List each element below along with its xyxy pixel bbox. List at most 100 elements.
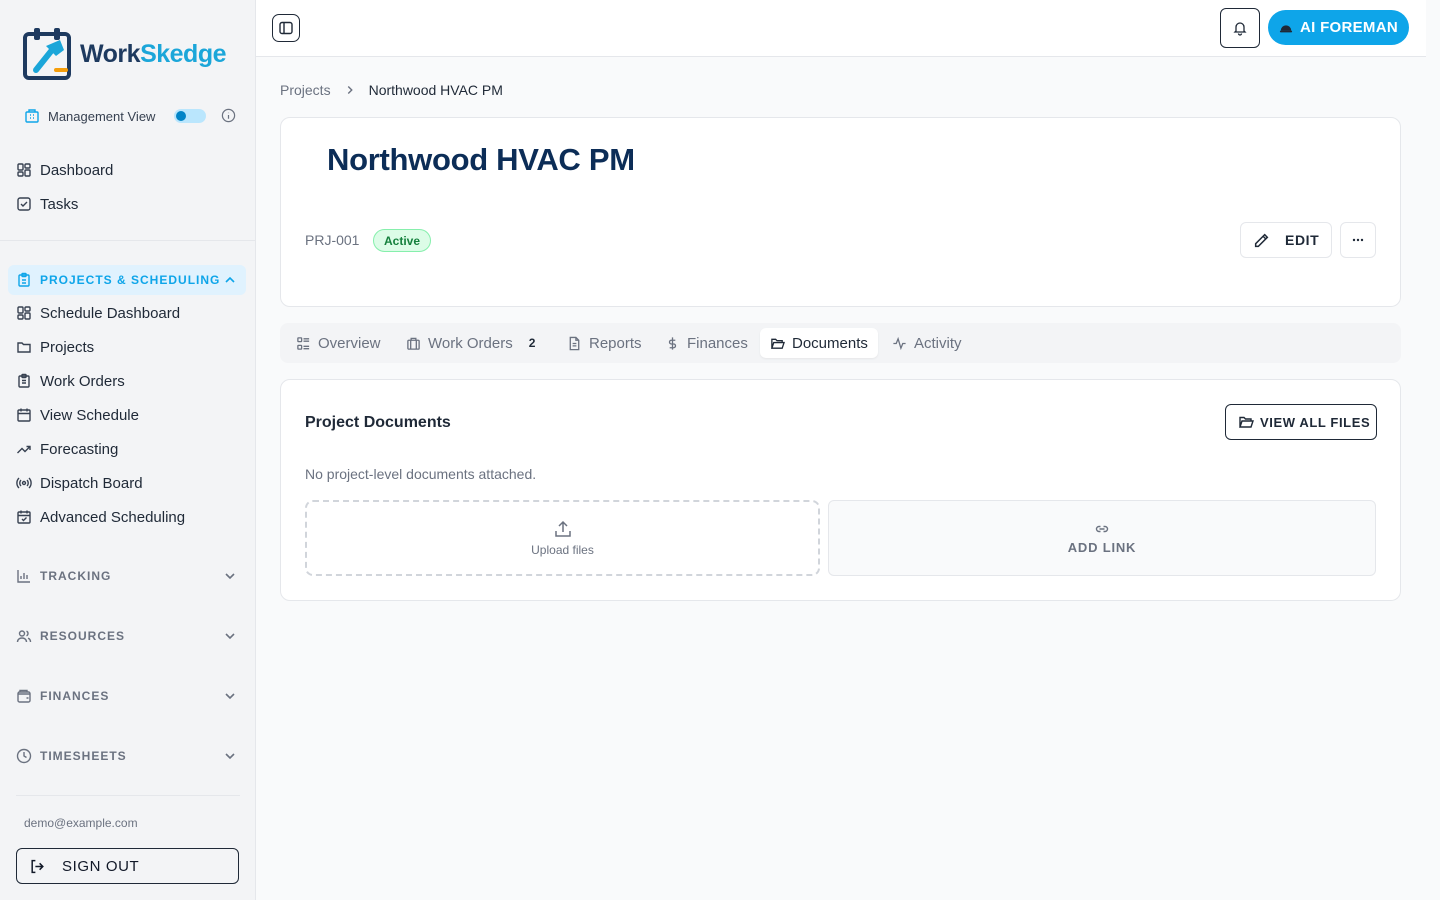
section-resources[interactable]: RESOURCES: [8, 621, 246, 651]
ai-foreman-button[interactable]: AI FOREMAN: [1268, 10, 1409, 45]
users-icon: [16, 630, 32, 643]
notifications-button[interactable]: [1220, 8, 1260, 48]
sidebar-item-label: Advanced Scheduling: [40, 508, 186, 526]
brand-name: WorkSkedge: [80, 40, 226, 69]
worksk-logo-icon: [23, 28, 71, 80]
section-label: TIMESHEETS: [40, 749, 127, 763]
more-options-button[interactable]: [1340, 222, 1376, 258]
breadcrumb-projects-link[interactable]: Projects: [280, 82, 331, 98]
project-header-card: Northwood HVAC PM PRJ-001 Active EDIT: [280, 117, 1401, 307]
section-label: PROJECTS & SCHEDULING: [40, 273, 221, 287]
grid-icon: [17, 306, 31, 320]
edit-button[interactable]: EDIT: [1240, 222, 1332, 258]
chevron-down-icon: [225, 573, 235, 580]
edit-label: EDIT: [1285, 232, 1320, 248]
wallet-icon: [17, 689, 31, 703]
tab-work-orders[interactable]: Work Orders 2: [396, 328, 545, 358]
clipboard-list-icon: [18, 373, 30, 388]
section-label: FINANCES: [40, 689, 110, 703]
bar-chart-icon: [17, 570, 30, 583]
section-finances[interactable]: FINANCES: [8, 681, 246, 711]
view-all-files-button[interactable]: VIEW ALL FILES: [1225, 404, 1377, 440]
sidebar-item-label: Schedule Dashboard: [40, 304, 181, 322]
sidebar-item-label: Dispatch Board: [40, 474, 143, 492]
breadcrumb-current: Northwood HVAC PM: [368, 82, 503, 98]
hard-hat-icon: [1279, 24, 1293, 32]
sidebar-item-tasks[interactable]: Tasks: [16, 193, 78, 215]
breadcrumb: Projects Northwood HVAC PM: [280, 82, 503, 98]
view-all-files-label: VIEW ALL FILES: [1260, 414, 1371, 430]
chevron-down-icon: [225, 693, 235, 700]
sidebar-item-schedule-dashboard[interactable]: Schedule Dashboard: [16, 302, 180, 324]
sidebar-item-view-schedule[interactable]: View Schedule: [16, 404, 139, 426]
project-tabs: Overview Work Orders 2 Reports Finances …: [280, 323, 1401, 363]
pencil-icon: [1254, 233, 1269, 247]
brand-name-part1: Work: [80, 39, 141, 68]
sidebar-item-dashboard[interactable]: Dashboard: [16, 159, 113, 181]
sign-out-label: SIGN OUT: [62, 857, 140, 875]
section-label: TRACKING: [40, 569, 112, 583]
section-projects-scheduling[interactable]: PROJECTS & SCHEDULING: [8, 265, 246, 295]
sidebar-item-projects[interactable]: Projects: [16, 336, 94, 358]
tab-reports[interactable]: Reports: [557, 328, 652, 358]
info-icon[interactable]: [221, 108, 236, 123]
sidebar-item-work-orders[interactable]: Work Orders: [16, 370, 125, 392]
chevron-down-icon: [225, 633, 235, 640]
management-view-label: Management View: [48, 108, 156, 124]
tab-finances[interactable]: Finances: [655, 328, 758, 358]
list-icon: [297, 336, 310, 350]
ellipsis-icon: [1352, 238, 1364, 242]
sidebar-item-advanced-scheduling[interactable]: Advanced Scheduling: [16, 506, 185, 528]
tab-label: Activity: [914, 334, 962, 352]
sign-out-button[interactable]: SIGN OUT: [16, 848, 239, 884]
tab-label: Finances: [687, 334, 748, 352]
sidebar-item-label: Projects: [40, 338, 95, 356]
section-tracking[interactable]: TRACKING: [8, 561, 246, 591]
management-view-row: Management View: [24, 106, 238, 126]
folder-icon: [17, 342, 31, 353]
bell-icon: [1233, 22, 1247, 36]
tab-documents[interactable]: Documents: [760, 328, 878, 358]
sidebar-item-dispatch-board[interactable]: Dispatch Board: [16, 472, 143, 494]
project-documents-card: Project Documents VIEW ALL FILES No proj…: [280, 379, 1401, 601]
management-view-toggle[interactable]: [174, 109, 206, 123]
sidebar-item-label: Forecasting: [40, 440, 119, 458]
user-email: demo@example.com: [24, 816, 138, 830]
add-link-button[interactable]: ADD LINK: [828, 500, 1376, 576]
log-out-icon: [31, 859, 44, 873]
calendar-icon: [17, 408, 31, 422]
toggle-knob: [176, 111, 186, 121]
sidebar: WorkSkedge Management View Dashboard Tas…: [0, 0, 256, 900]
chevron-up-icon: [225, 276, 235, 283]
empty-state-text: No project-level documents attached.: [305, 466, 537, 482]
link-icon: [1095, 525, 1109, 533]
app-logo[interactable]: WorkSkedge: [22, 26, 226, 82]
ai-foreman-label: AI FOREMAN: [1300, 19, 1398, 36]
check-square-icon: [17, 197, 31, 211]
section-timesheets[interactable]: TIMESHEETS: [8, 741, 246, 771]
section-label: RESOURCES: [40, 629, 126, 643]
tab-label: Work Orders: [428, 334, 513, 352]
grid-icon: [17, 163, 31, 177]
tab-activity[interactable]: Activity: [882, 328, 972, 358]
sidebar-toggle-button[interactable]: [272, 14, 300, 42]
activity-icon: [893, 336, 906, 350]
file-text-icon: [569, 336, 580, 350]
building-icon: [25, 109, 39, 123]
status-badge: Active: [373, 229, 432, 252]
sidebar-item-label: Work Orders: [40, 372, 125, 390]
add-link-label: ADD LINK: [1067, 540, 1137, 555]
brand-name-part2: Skedge: [140, 39, 226, 68]
folder-open-icon: [1239, 416, 1254, 428]
upload-dropzone[interactable]: Upload files: [305, 500, 820, 576]
clock-icon: [16, 748, 32, 764]
upload-icon: [554, 520, 571, 537]
clipboard-icon: [18, 272, 30, 287]
top-bar: AI FOREMAN: [256, 0, 1426, 57]
tab-label: Reports: [589, 334, 642, 352]
tab-overview[interactable]: Overview: [286, 328, 391, 358]
sidebar-item-forecasting[interactable]: Forecasting: [16, 438, 118, 460]
folder-open-icon: [770, 338, 785, 349]
tab-label: Documents: [792, 334, 868, 352]
tab-count-badge: 2: [528, 336, 536, 350]
